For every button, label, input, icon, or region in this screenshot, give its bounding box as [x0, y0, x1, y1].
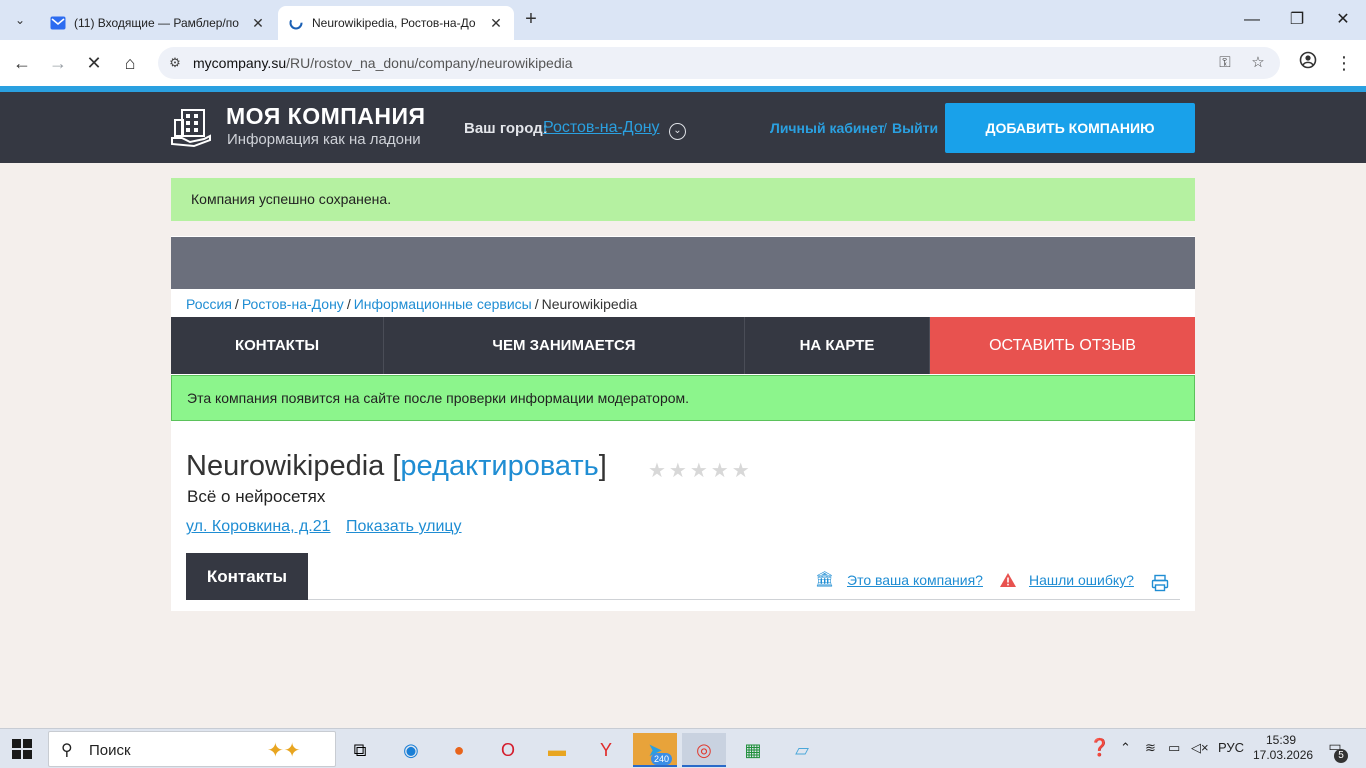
contacts-section-tab[interactable]: Контакты	[186, 553, 308, 600]
breadcrumb-current: Neurowikipedia	[541, 296, 638, 312]
windows-taskbar: ⚲ Поиск ✦✦ ⧉ ◉ ● O ▬ Y ➤ 240 ◎ ▦ ▱ ❓ ⌃ ≋ …	[0, 728, 1366, 768]
spreadsheet-icon[interactable]: ▦	[731, 733, 775, 767]
task-view-icon[interactable]: ⧉	[338, 733, 382, 767]
address-link[interactable]: ул. Коровкина, д.21	[186, 518, 331, 536]
company-name: Neurowikipedia	[186, 450, 385, 482]
profile-icon[interactable]	[1296, 51, 1320, 75]
address-bar[interactable]: ⚙ mycompany.su/RU/rostov_na_donu/company…	[158, 47, 1280, 79]
warning-icon	[999, 572, 1017, 590]
forward-icon[interactable]: →	[46, 51, 70, 75]
bookmark-star-icon[interactable]: ☆	[1249, 54, 1267, 72]
tab-title: (11) Входящие — Рамблер/по	[74, 16, 239, 30]
notepad-icon[interactable]: ▱	[780, 733, 824, 767]
telegram-badge: 240	[651, 753, 673, 765]
clock-date: 17.03.2026	[1253, 748, 1314, 762]
logo-subtitle: Информация как на ладони	[227, 131, 421, 148]
chrome-icon[interactable]: ◎	[682, 733, 726, 767]
company-title: Neurowikipedia [редактировать]	[186, 450, 607, 482]
breadcrumb-city[interactable]: Ростов-на-Дону	[242, 296, 344, 312]
tab-leave-review[interactable]: ОСТАВИТЬ ОТЗЫВ	[930, 317, 1195, 374]
search-icon: ⚲	[61, 742, 73, 759]
file-explorer-icon[interactable]: ▬	[535, 733, 579, 767]
notifications-badge: 5	[1334, 749, 1348, 763]
restore-icon[interactable]: ❐	[1285, 8, 1309, 32]
windows-start-icon[interactable]	[12, 739, 32, 759]
opera-icon[interactable]: O	[486, 733, 530, 767]
rating-stars[interactable]: ★★★★★	[648, 458, 753, 483]
close-icon[interactable]: ✕	[250, 15, 266, 32]
logo-title[interactable]: МОЯ КОМПАНИЯ	[226, 103, 426, 130]
telegram-icon[interactable]: ➤ 240	[633, 733, 677, 767]
volume-icon[interactable]: ◁×	[1191, 740, 1209, 756]
password-key-icon[interactable]: ⚿	[1216, 54, 1234, 72]
firefox-icon[interactable]: ●	[437, 733, 481, 767]
loading-spinner-icon	[288, 15, 304, 31]
browser-tab-strip: ⌄ (11) Входящие — Рамблер/по ✕ Neurowiki…	[0, 0, 1366, 40]
window-close-icon[interactable]: ✕	[1331, 8, 1355, 32]
back-icon[interactable]: ←	[10, 51, 34, 75]
logo-building-hand-icon[interactable]	[170, 106, 212, 148]
breadcrumb: Россия / Ростов-на-Дону / Информационные сер…	[186, 296, 638, 312]
browser-tab-mail[interactable]: (11) Входящие — Рамблер/по ✕	[40, 6, 276, 40]
battery-icon[interactable]: ▭	[1168, 740, 1180, 756]
yandex-browser-icon[interactable]: Y	[584, 733, 628, 767]
site-info-icon[interactable]: ⚙	[166, 54, 184, 72]
tab-map[interactable]: НА КАРТЕ	[745, 317, 930, 374]
close-icon[interactable]: ✕	[488, 15, 504, 32]
add-company-button[interactable]: ДОБАВИТЬ КОМПАНИЮ	[945, 103, 1195, 153]
show-hidden-icons-icon[interactable]: ⌃	[1120, 740, 1131, 756]
city-selector-link[interactable]: Ростов-на-Дону	[543, 119, 660, 137]
taskbar-search-box[interactable]: ⚲ Поиск ✦✦	[48, 731, 336, 767]
company-description: Всё о нейросетях	[187, 487, 326, 506]
success-message: Компания успешно сохранена.	[171, 178, 1195, 221]
edge-browser-icon[interactable]: ◉	[389, 733, 433, 767]
bank-building-icon: 🏛	[815, 571, 835, 588]
section-divider	[308, 599, 1180, 600]
home-icon[interactable]: ⌂	[118, 51, 142, 75]
tab-contacts[interactable]: КОНТАКТЫ	[171, 317, 384, 374]
language-indicator[interactable]: РУС	[1218, 740, 1244, 755]
clock-time: 15:39	[1265, 733, 1297, 747]
print-icon[interactable]	[1151, 574, 1169, 592]
breadcrumb-category[interactable]: Информационные сервисы	[354, 296, 532, 312]
company-nav-tabs: КОНТАКТЫ ЧЕМ ЗАНИМАЕТСЯ НА КАРТЕ ОСТАВИТ…	[171, 317, 1195, 374]
edit-link[interactable]: редактировать	[400, 450, 598, 482]
report-error-link[interactable]: Нашли ошибку?	[1029, 572, 1134, 588]
breadcrumb-country[interactable]: Россия	[186, 296, 232, 312]
help-icon[interactable]: ❓	[1089, 738, 1110, 758]
company-banner	[171, 237, 1195, 289]
tab-activity[interactable]: ЧЕМ ЗАНИМАЕТСЯ	[384, 317, 745, 374]
wifi-icon[interactable]: ≋	[1145, 740, 1156, 756]
company-page-card	[171, 236, 1195, 611]
account-link[interactable]: Личный кабинет	[770, 120, 884, 136]
new-tab-icon[interactable]: +	[520, 9, 542, 31]
sparkle-icon: ✦✦	[267, 740, 301, 762]
logout-link[interactable]: Выйти	[892, 120, 938, 136]
claim-company-link[interactable]: Это ваша компания?	[847, 572, 983, 588]
tab-title: Neurowikipedia, Ростов-на-До	[312, 16, 476, 30]
chevron-down-icon[interactable]: ⌄	[669, 123, 686, 140]
stop-loading-icon[interactable]: ✕	[82, 51, 106, 75]
tab-search-chevron-icon[interactable]: ⌄	[8, 8, 32, 32]
site-header: МОЯ КОМПАНИЯ Информация как на ладони Ва…	[0, 92, 1366, 163]
city-label: Ваш город:	[464, 120, 548, 137]
url-text: mycompany.su/RU/rostov_na_donu/company/n…	[193, 55, 573, 71]
browser-tab-neurowikipedia[interactable]: Neurowikipedia, Ростов-на-До ✕	[278, 6, 514, 40]
menu-dots-icon[interactable]: ⋮	[1332, 51, 1356, 75]
minimize-icon[interactable]: —	[1240, 8, 1264, 32]
show-street-link[interactable]: Показать улицу	[346, 518, 462, 536]
account-separator: /	[883, 120, 887, 136]
clock[interactable]: 15:39 17.03.2026	[1253, 733, 1314, 763]
mail-icon	[50, 15, 66, 31]
moderation-notice: Эта компания появится на сайте после про…	[171, 375, 1195, 421]
search-placeholder: Поиск	[89, 742, 131, 759]
